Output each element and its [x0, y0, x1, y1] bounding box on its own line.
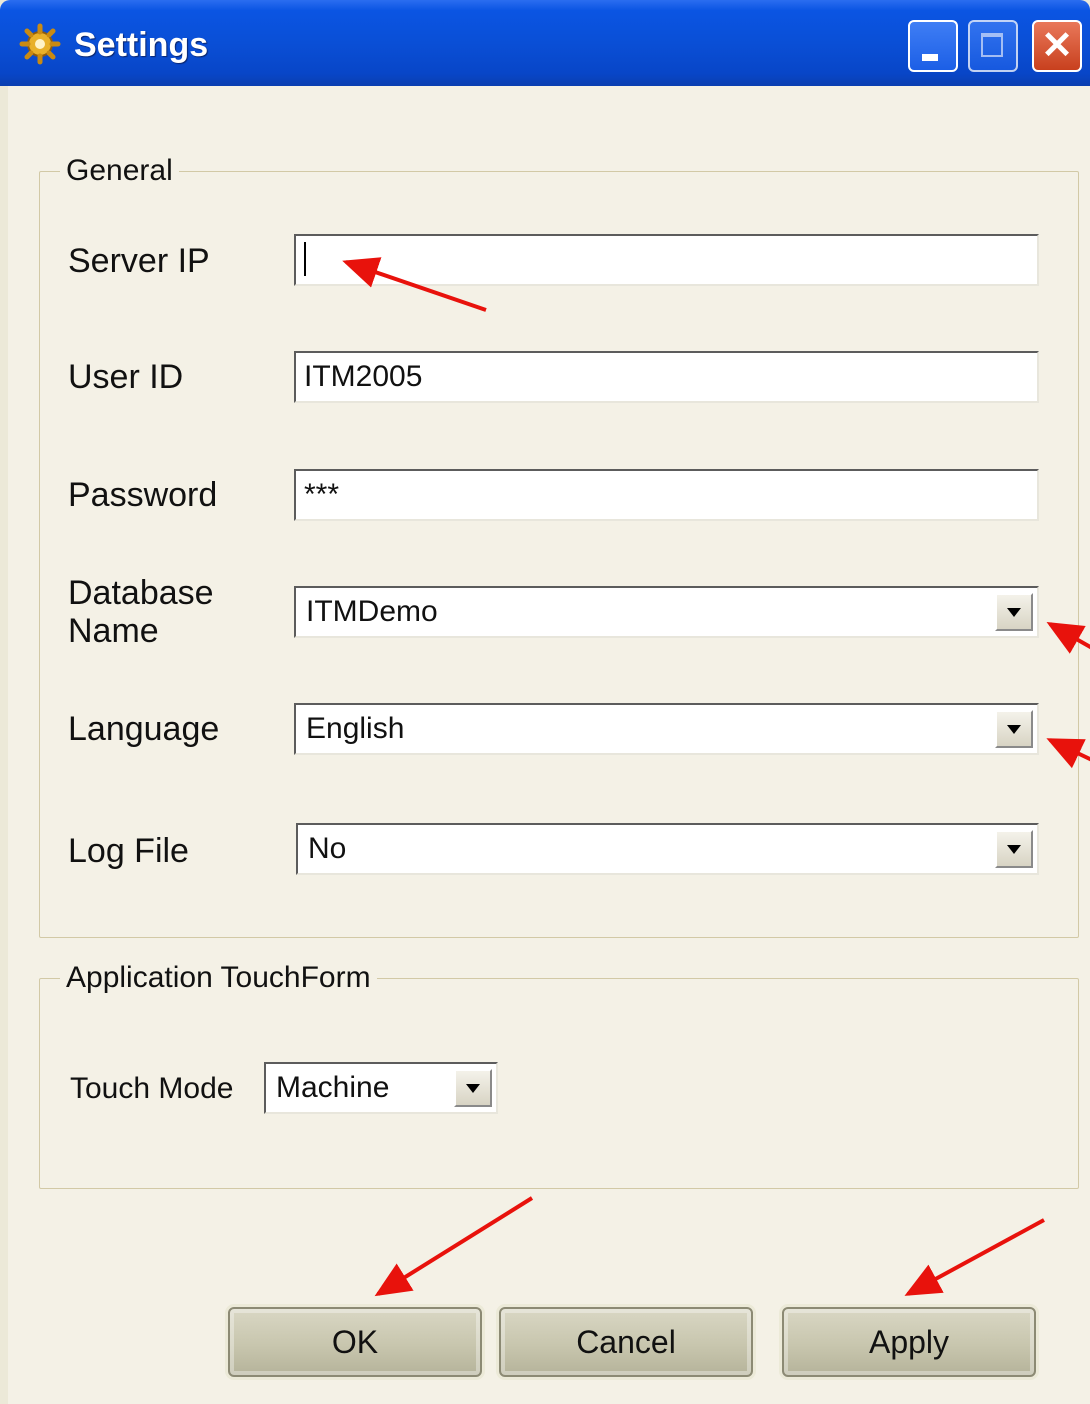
- log-file-label: Log File: [68, 832, 189, 870]
- close-button[interactable]: ✕: [1032, 20, 1082, 72]
- database-name-label-line1: Database: [68, 574, 214, 612]
- minimize-icon: [922, 54, 938, 61]
- maximize-button[interactable]: [968, 20, 1018, 72]
- app-gear-icon: [19, 23, 61, 65]
- chevron-down-icon: [466, 1084, 480, 1093]
- language-label: Language: [68, 710, 220, 748]
- dialog-body: General Server IP User ID Password Datab…: [8, 86, 1090, 1404]
- log-file-select[interactable]: No: [296, 823, 1039, 875]
- language-select[interactable]: English: [294, 703, 1039, 755]
- cancel-button[interactable]: Cancel: [499, 1307, 753, 1377]
- database-name-value: ITMDemo: [306, 595, 438, 628]
- close-icon: ✕: [1041, 25, 1073, 67]
- language-value: English: [306, 712, 405, 745]
- user-id-label: User ID: [68, 358, 184, 396]
- maximize-icon: [981, 33, 1003, 57]
- database-name-label-line2: Name: [68, 612, 159, 650]
- touch-mode-label: Touch Mode: [70, 1072, 234, 1105]
- chevron-down-icon: [1007, 608, 1021, 617]
- general-group-legend: General: [66, 154, 173, 187]
- password-label: Password: [68, 476, 218, 514]
- ok-button[interactable]: OK: [228, 1307, 482, 1377]
- server-ip-label: Server IP: [68, 242, 210, 280]
- chevron-down-icon: [1007, 725, 1021, 734]
- server-ip-wrapper: [294, 234, 1039, 286]
- database-name-dropdown-button[interactable]: [995, 593, 1033, 631]
- database-name-label: Database Name: [68, 574, 214, 650]
- touch-mode-select[interactable]: Machine: [264, 1062, 498, 1114]
- touch-mode-dropdown-button[interactable]: [454, 1069, 492, 1107]
- touchform-group-legend: Application TouchForm: [66, 961, 371, 994]
- database-name-select[interactable]: ITMDemo: [294, 586, 1039, 638]
- settings-window: Settings ✕ General Server IP User ID Pas…: [0, 0, 1090, 1404]
- window-title: Settings: [74, 26, 209, 64]
- password-input[interactable]: [294, 469, 1039, 521]
- log-file-dropdown-button[interactable]: [995, 830, 1033, 868]
- chevron-down-icon: [1007, 845, 1021, 854]
- touch-mode-value: Machine: [276, 1071, 390, 1104]
- user-id-input[interactable]: [294, 351, 1039, 403]
- server-ip-input[interactable]: [294, 234, 1039, 286]
- minimize-button[interactable]: [908, 20, 958, 72]
- text-caret: [304, 242, 306, 276]
- title-bar[interactable]: Settings ✕: [0, 0, 1090, 86]
- language-dropdown-button[interactable]: [995, 710, 1033, 748]
- log-file-value: No: [308, 832, 347, 865]
- apply-button[interactable]: Apply: [782, 1307, 1036, 1377]
